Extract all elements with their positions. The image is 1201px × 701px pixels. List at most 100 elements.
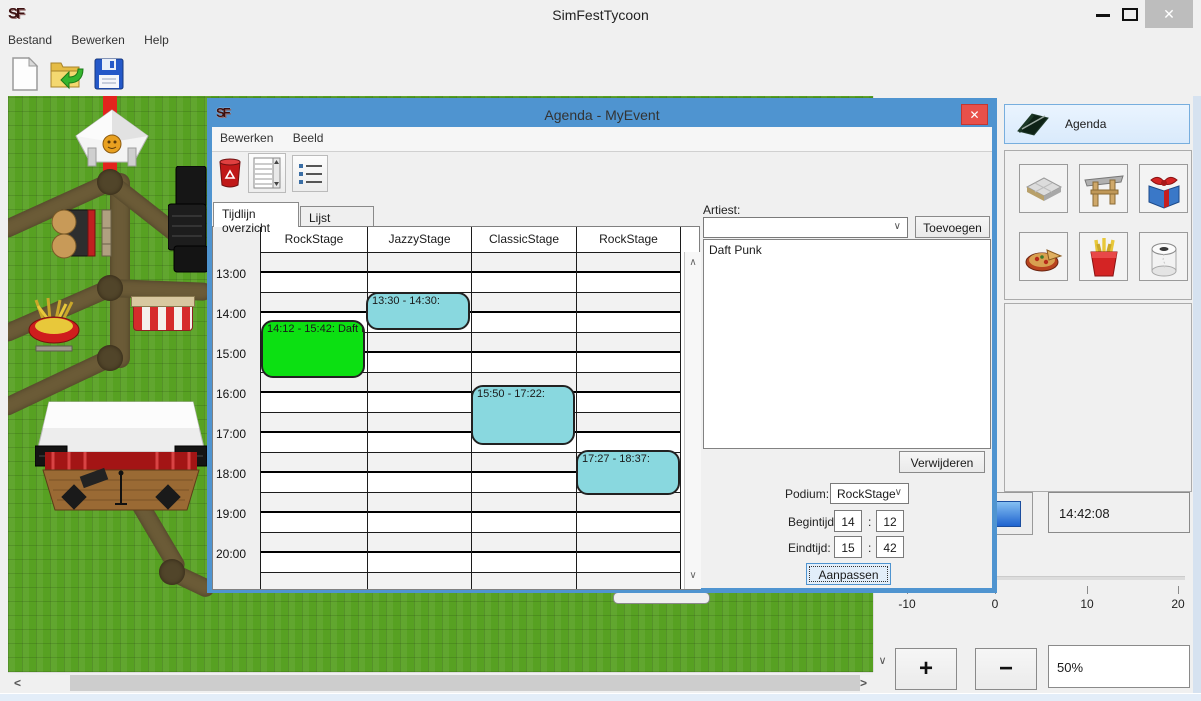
scrollbar-thumb[interactable] — [70, 675, 860, 691]
begin-time-label: Begintijd: — [788, 515, 837, 529]
build-floor-tile-button[interactable] — [1019, 164, 1068, 213]
slider-label: -10 — [887, 597, 927, 611]
speaker-stack-object[interactable] — [168, 166, 212, 288]
main-toolbar — [0, 52, 1201, 96]
map-road-junction — [159, 559, 185, 585]
zoom-in-button[interactable]: + — [895, 648, 957, 690]
dialog-logo-icon: SF — [216, 105, 229, 120]
close-button[interactable]: ✕ — [1145, 0, 1193, 28]
scroll-up-icon[interactable]: ∧ — [685, 257, 701, 268]
burger-stand-object[interactable] — [48, 204, 112, 262]
apply-button[interactable]: Aanpassen — [806, 563, 891, 585]
dialog-menu-bewerken[interactable]: Bewerken — [212, 127, 281, 149]
podium-dropdown[interactable]: RockStage ∨ — [830, 483, 909, 504]
dropdown-chevron-icon: ∨ — [895, 487, 902, 498]
save-icon — [94, 58, 124, 90]
build-gift-button[interactable] — [1139, 164, 1188, 213]
zoom-out-button[interactable]: − — [975, 648, 1037, 690]
column-header: RockStage — [576, 227, 681, 252]
schedule-grid[interactable]: 14:12 - 15:42: Daft Punk 13:30 - 14:30: … — [260, 252, 681, 589]
distant-tent-object — [613, 592, 710, 604]
delete-event-button[interactable] — [216, 157, 244, 189]
build-toilet-paper-button[interactable] — [1139, 232, 1188, 281]
dialog-close-button[interactable]: ✕ — [961, 104, 988, 125]
artist-list[interactable]: Daft Punk — [703, 239, 991, 449]
agenda-dialog: Agenda - MyEvent SF ✕ Bewerken Beeld — [207, 98, 997, 593]
zoom-level-field[interactable]: 50% — [1048, 645, 1190, 688]
maximize-button[interactable] — [1122, 8, 1138, 21]
sidebar-item-label: Agenda — [1065, 117, 1106, 131]
artist-list-item[interactable]: Daft Punk — [704, 240, 990, 260]
build-gate-button[interactable] — [1079, 164, 1128, 213]
timeline-view-icon — [253, 157, 281, 189]
minimize-button[interactable] — [1096, 14, 1110, 17]
main-stage-object[interactable] — [35, 400, 207, 515]
podium-dropdown-value: RockStage — [837, 487, 896, 501]
time-gutter: 13:00 14:00 15:00 16:00 17:00 18:00 19:0… — [213, 227, 260, 589]
scroll-down-icon[interactable]: ∨ — [685, 570, 701, 581]
podium-label: Podium: — [785, 487, 829, 501]
slider-label: 10 — [1067, 597, 1107, 611]
begin-minute-field[interactable]: 12 — [876, 510, 904, 532]
time-label: 13:00 — [216, 267, 258, 281]
map-road-junction — [97, 169, 123, 195]
time-label: 19:00 — [216, 507, 258, 521]
remove-artist-button[interactable]: Verwijderen — [899, 451, 985, 473]
window-title: SimFestTycoon — [0, 7, 1201, 23]
striped-booth-roof — [131, 296, 195, 307]
add-artist-button[interactable]: Toevoegen — [915, 216, 990, 238]
open-file-button[interactable] — [48, 55, 86, 93]
grid-line — [260, 252, 261, 589]
scroll-right-icon[interactable]: > — [860, 676, 867, 690]
info-panel — [1004, 303, 1192, 492]
sidebar-item-agenda[interactable]: Agenda — [1004, 104, 1190, 144]
scroll-left-icon[interactable]: < — [14, 676, 21, 690]
slider-tick — [1087, 586, 1088, 594]
schedule-event[interactable]: 15:50 - 17:22: — [471, 385, 575, 444]
tab-tijdlijn-overzicht[interactable]: Tijdlijn overzicht — [213, 202, 299, 227]
list-view-button[interactable] — [292, 155, 328, 192]
end-time-label: Eindtijd: — [788, 541, 831, 555]
fries-icon — [1083, 236, 1125, 278]
fries-stand-object[interactable] — [24, 292, 86, 354]
agenda-book-icon — [1015, 109, 1051, 139]
striped-booth-object[interactable] — [133, 303, 193, 331]
begin-hour-field[interactable]: 14 — [834, 510, 862, 532]
schedule-event[interactable]: 13:30 - 14:30: — [366, 292, 470, 330]
schedule-event[interactable]: 17:27 - 18:37: — [576, 450, 680, 495]
build-items-panel — [1004, 150, 1192, 300]
play-pause-icon — [995, 501, 1021, 527]
window-bottom-edge — [0, 693, 1201, 701]
time-label: 14:00 — [216, 307, 258, 321]
save-button[interactable] — [90, 55, 128, 93]
trash-icon — [218, 158, 242, 188]
scroll-down-icon[interactable]: ∨ — [874, 654, 891, 667]
build-fries-button[interactable] — [1079, 232, 1128, 281]
app-logo-icon: SF — [8, 5, 23, 22]
menu-bestand[interactable]: Bestand — [0, 29, 60, 51]
time-label: 18:00 — [216, 467, 258, 481]
gate-icon — [1083, 168, 1125, 210]
menu-help[interactable]: Help — [136, 29, 177, 51]
artist-dropdown[interactable]: ∨ — [703, 217, 908, 238]
tab-lijst-overzicht[interactable]: Lijst overzicht — [300, 206, 374, 227]
timeline-view-button[interactable] — [248, 153, 286, 193]
schedule-scrollbar[interactable]: ∧ ∨ — [684, 252, 701, 589]
dropdown-chevron-icon: ∨ — [894, 221, 901, 232]
floor-tile-icon — [1023, 168, 1065, 210]
map-horizontal-scrollbar[interactable]: < > — [8, 672, 873, 693]
map-road-junction — [97, 275, 123, 301]
end-hour-field[interactable]: 15 — [834, 536, 862, 558]
dialog-menu-beeld[interactable]: Beeld — [285, 127, 332, 149]
column-header: ClassicStage — [471, 227, 576, 252]
grid-line — [576, 252, 577, 589]
new-file-icon — [11, 57, 39, 91]
build-pizza-button[interactable] — [1019, 232, 1068, 281]
schedule-event[interactable]: 14:12 - 15:42: Daft Punk — [261, 320, 365, 378]
new-file-button[interactable] — [6, 55, 44, 93]
grid-line — [680, 252, 681, 589]
end-minute-field[interactable]: 42 — [876, 536, 904, 558]
time-label: 20:00 — [216, 547, 258, 561]
tent-object[interactable] — [68, 108, 156, 172]
menu-bewerken[interactable]: Bewerken — [63, 29, 132, 51]
